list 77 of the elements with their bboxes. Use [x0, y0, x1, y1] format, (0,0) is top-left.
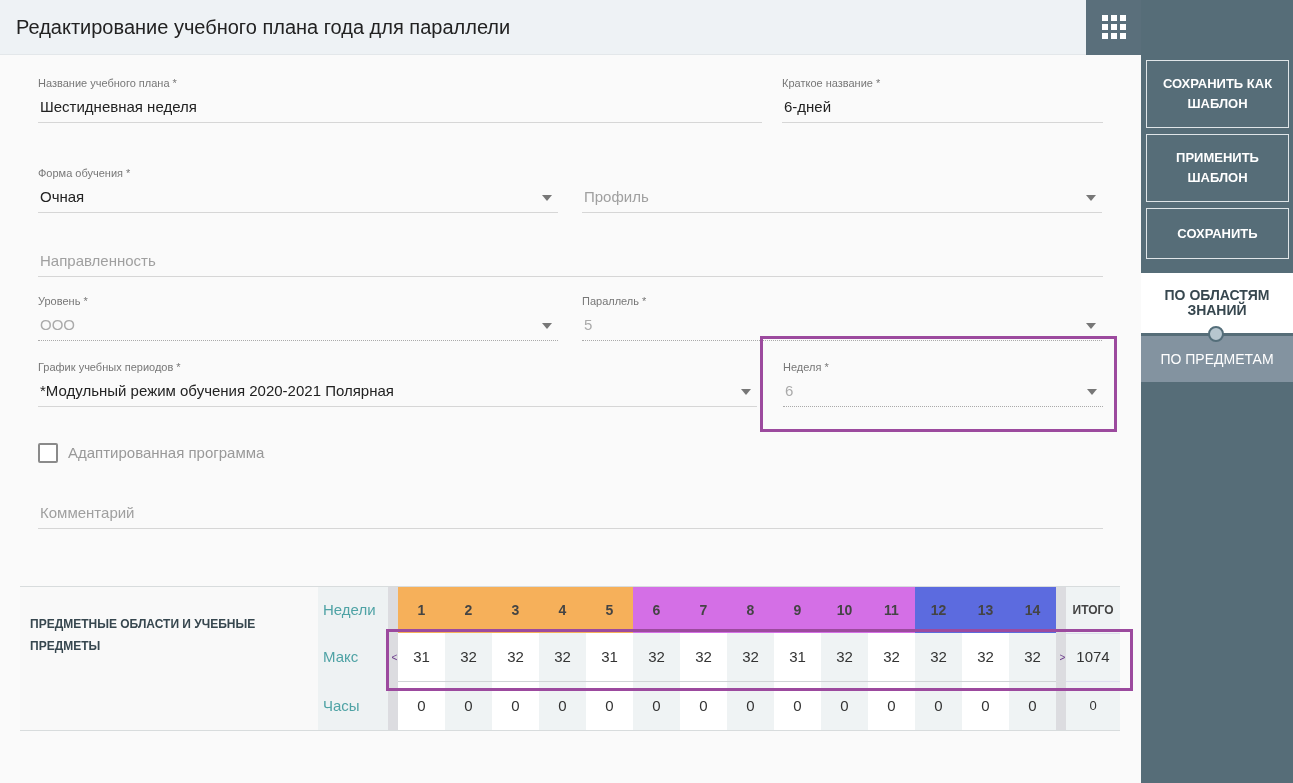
field-label: Форма обучения * — [38, 167, 132, 181]
total-header: ИТОГО — [1066, 587, 1120, 633]
checkbox-label: Адаптированная программа — [68, 442, 265, 463]
table-cell: 0 — [633, 682, 680, 730]
field-label: Уровень * — [38, 295, 89, 309]
row-label: Макс — [318, 633, 388, 682]
table-cell: 31 — [774, 633, 821, 682]
select-field[interactable]: Очная — [38, 183, 558, 213]
table-cell: 31 — [586, 633, 633, 682]
view-tab[interactable]: ПО ОБЛАСТЯМ ЗНАНИЙ — [1141, 273, 1293, 333]
week-header-cell: 3 — [492, 587, 539, 633]
table-cell: 0 — [539, 682, 586, 730]
dropdown-arrow-icon — [1086, 194, 1096, 201]
field-label: Краткое название * — [782, 77, 882, 91]
scroll-right-button[interactable]: > — [1059, 649, 1066, 666]
dropdown-arrow-icon — [542, 194, 552, 201]
scroll-left-button[interactable]: < — [391, 649, 398, 666]
field-label: Параллель * — [582, 295, 648, 309]
week-header-cell: 8 — [727, 587, 774, 633]
sidebar-button[interactable]: ПРИМЕНИТЬ ШАБЛОН — [1146, 134, 1289, 202]
table-cell: 32 — [962, 633, 1009, 682]
week-header-cell: 4 — [539, 587, 586, 633]
week-header-cell: 5 — [586, 587, 633, 633]
select-field[interactable]: *Модульный режим обучения 2020-2021 Полярная — [38, 377, 757, 407]
dropdown-arrow-icon — [1087, 388, 1097, 395]
dropdown-arrow-icon — [542, 322, 552, 329]
table-cell: 32 — [821, 633, 868, 682]
dropdown-arrow-icon — [741, 388, 751, 395]
table-cell: 32 — [633, 633, 680, 682]
week-header-cell: 14 — [1009, 587, 1056, 633]
table-cell: 0 — [586, 682, 633, 730]
table-cell: 32 — [727, 633, 774, 682]
week-header-cell: 12 — [915, 587, 962, 633]
table-cell: 32 — [492, 633, 539, 682]
sidebar-button[interactable]: СОХРАНИТЬ КАК ШАБЛОН — [1146, 60, 1289, 128]
field-label: Название учебного плана * — [38, 77, 178, 91]
table-cell: 32 — [445, 633, 492, 682]
week-header-cell: 7 — [680, 587, 727, 633]
week-header-cell: 11 — [868, 587, 915, 633]
field-label: График учебных периодов * — [38, 361, 182, 375]
field-label: Неделя * — [783, 361, 830, 375]
week-header-cell: 2 — [445, 587, 492, 633]
table-cell: 0 — [821, 682, 868, 730]
table-cell: 32 — [680, 633, 727, 682]
table-cell: 0 — [868, 682, 915, 730]
table-cell: 0 — [445, 682, 492, 730]
total-cell: 0 — [1066, 682, 1120, 730]
row-label: Часы — [318, 682, 388, 730]
table-cell: 0 — [727, 682, 774, 730]
grid-icon — [1101, 15, 1126, 39]
apps-menu-button[interactable] — [1086, 0, 1141, 55]
table-cell: 0 — [962, 682, 1009, 730]
week-header-cell: 9 — [774, 587, 821, 633]
text-field[interactable]: 6-дней — [782, 93, 1103, 123]
week-header-cell: 13 — [962, 587, 1009, 633]
table-cell: 0 — [915, 682, 962, 730]
table-cell: 32 — [1009, 633, 1056, 682]
table-cell: 32 — [539, 633, 586, 682]
checkbox[interactable] — [38, 443, 58, 463]
dropdown-arrow-icon — [1086, 322, 1096, 329]
week-header-cell: 10 — [821, 587, 868, 633]
page-title: Редактирование учебного плана года для параллели — [15, 15, 512, 40]
table-cell: 0 — [680, 682, 727, 730]
total-cell: 1074 — [1066, 633, 1120, 682]
table-cell: 0 — [398, 682, 445, 730]
view-tab[interactable]: ПО ПРЕДМЕТАМ — [1141, 336, 1293, 382]
table-cell: 0 — [1009, 682, 1056, 730]
week-header-cell: 1 — [398, 587, 445, 633]
table-cell: 31 — [398, 633, 445, 682]
text-field[interactable]: Шестидневная неделя — [38, 93, 762, 123]
week-header-cell: 6 — [633, 587, 680, 633]
table-cell: 32 — [915, 633, 962, 682]
row-label: Недели — [318, 587, 388, 633]
table-cell: 32 — [868, 633, 915, 682]
sidebar-button[interactable]: СОХРАНИТЬ — [1146, 208, 1289, 259]
table-cell: 0 — [774, 682, 821, 730]
table-cell: 0 — [492, 682, 539, 730]
